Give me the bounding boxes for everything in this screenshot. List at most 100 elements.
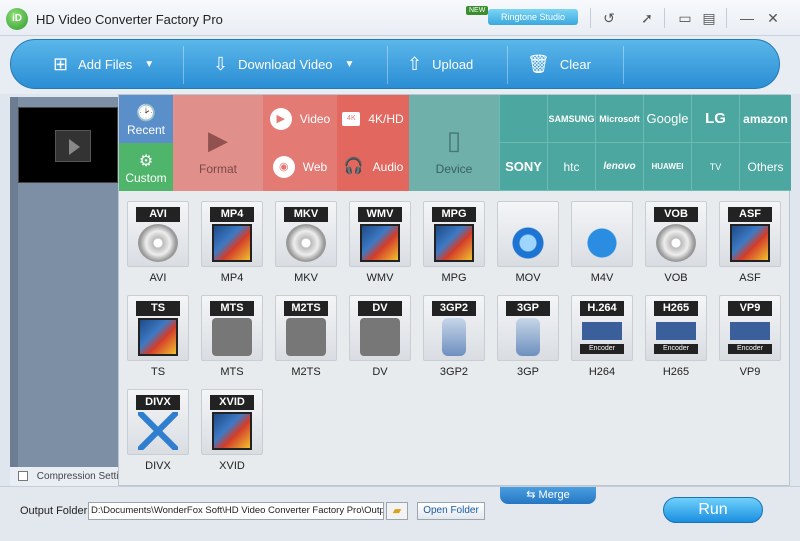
category-video[interactable]: ▶ Video — [263, 95, 337, 143]
format-tag: M2TS — [284, 301, 328, 316]
format-mpg-icon[interactable]: MPG — [423, 201, 485, 267]
brand-huawei[interactable]: HUAWEI — [643, 143, 691, 191]
format-item-mts[interactable]: MTS MTS — [199, 295, 265, 381]
brand-tv[interactable]: TV — [691, 143, 739, 191]
chevron-down-icon[interactable]: ▼ — [345, 59, 355, 70]
format-dv-icon[interactable]: DV — [349, 295, 411, 361]
format-item-asf[interactable]: ASF ASF — [717, 201, 783, 287]
format-tag: H265 — [654, 301, 698, 316]
add-file-icon: ⊞ — [53, 53, 69, 74]
format-label: WMV — [366, 272, 394, 284]
format-item-h265[interactable]: H265 Encoder H265 — [643, 295, 709, 381]
clear-button[interactable]: 🗑 Clear — [527, 40, 591, 88]
format-item-wmv[interactable]: WMV WMV — [347, 201, 413, 287]
merge-button[interactable]: ⇆ Merge — [500, 487, 596, 504]
format-mp4-icon[interactable]: MP4 — [201, 201, 263, 267]
brand-lg[interactable]: LG — [691, 95, 739, 143]
brand-lenovo[interactable]: lenovo — [595, 143, 643, 191]
open-folder-button[interactable]: Open Folder — [417, 502, 485, 520]
output-format-panel: 🕑 Recent ⚙ Custom ▶ Format ▶ Video 4K 4K… — [118, 94, 791, 486]
format-item-ts[interactable]: TS TS — [125, 295, 191, 381]
close-icon[interactable]: ✕ — [762, 8, 784, 28]
main-toolbar: ⊞ Add Files ▼ ⇩ Download Video ▼ ⇧ Uploa… — [10, 39, 780, 89]
format-item-vob[interactable]: VOB VOB — [643, 201, 709, 287]
format-tag: MPG — [432, 207, 476, 222]
category-format[interactable]: ▶ Format — [173, 95, 263, 191]
undo-icon[interactable]: ↺ — [598, 8, 620, 28]
format-item-m4v[interactable]: M4V — [569, 201, 635, 287]
format-divx-icon[interactable]: DIVX — [127, 389, 189, 455]
brand-microsoft[interactable]: Microsoft — [595, 95, 643, 143]
category-audio[interactable]: 🎧 Audio — [337, 143, 409, 191]
ringtone-studio-button[interactable]: Ringtone Studio — [488, 9, 578, 25]
format-item-xvid[interactable]: XVID XVID — [199, 389, 265, 475]
format-item-mkv[interactable]: MKV MKV — [273, 201, 339, 287]
format-h265-icon[interactable]: H265 Encoder — [645, 295, 707, 361]
encoder-label: Encoder — [654, 344, 698, 354]
format-m2ts-icon[interactable]: M2TS — [275, 295, 337, 361]
add-files-button[interactable]: ⊞ Add Files ▼ — [53, 40, 154, 88]
brand-htc[interactable]: htc — [547, 143, 595, 191]
chevron-down-icon[interactable]: ▼ — [144, 59, 154, 70]
format-item-vp9[interactable]: VP9 Encoder VP9 — [717, 295, 783, 381]
format-item-avi[interactable]: AVI AVI — [125, 201, 191, 287]
format-h264-icon[interactable]: H.264 Encoder — [571, 295, 633, 361]
format-vob-icon[interactable]: VOB — [645, 201, 707, 267]
download-video-button[interactable]: ⇩ Download Video ▼ — [213, 40, 354, 88]
format-mts-icon[interactable]: MTS — [201, 295, 263, 361]
format-vp9-icon[interactable]: VP9 Encoder — [719, 295, 781, 361]
format-asf-icon[interactable]: ASF — [719, 201, 781, 267]
format-item-3gp2[interactable]: 3GP2 3GP2 — [421, 295, 487, 381]
format-item-3gp[interactable]: 3GP 3GP — [495, 295, 561, 381]
menu-icon[interactable]: ▤ — [698, 8, 720, 28]
brand-samsung[interactable]: SAMSUNG — [547, 95, 595, 143]
brand-others[interactable]: Others — [739, 143, 791, 191]
format-item-m2ts[interactable]: M2TS M2TS — [273, 295, 339, 381]
category-custom[interactable]: ⚙ Custom — [119, 143, 173, 191]
category-web[interactable]: ◉ Web — [263, 143, 337, 191]
format-artwork — [360, 224, 400, 262]
format-item-mpg[interactable]: MPG MPG — [421, 201, 487, 287]
minimize-icon[interactable]: — — [736, 8, 758, 28]
format-label: MP4 — [220, 272, 244, 284]
format-ts-icon[interactable]: TS — [127, 295, 189, 361]
format-item-h264[interactable]: H.264 Encoder H264 — [569, 295, 635, 381]
category-recent[interactable]: 🕑 Recent — [119, 95, 173, 143]
feedback-icon[interactable]: ▭ — [674, 8, 696, 28]
toolbar-separator — [387, 46, 388, 84]
play-icon[interactable] — [55, 130, 91, 162]
format-item-dv[interactable]: DV DV — [347, 295, 413, 381]
output-folder-input[interactable]: D:\Documents\WonderFox Soft\HD Video Con… — [88, 502, 384, 520]
video-thumbnail[interactable] — [18, 107, 118, 183]
format-item-divx[interactable]: DIVX DIVX — [125, 389, 191, 475]
run-button[interactable]: Run — [663, 497, 763, 523]
file-list-panel — [10, 97, 118, 467]
compression-checkbox[interactable] — [18, 471, 28, 482]
browse-folder-icon[interactable]: ▰ — [386, 502, 408, 520]
format-label: MOV — [515, 272, 541, 284]
format-tag: DIVX — [136, 395, 180, 410]
brand-sony[interactable]: SONY — [499, 143, 547, 191]
category-4k-hd[interactable]: 4K 4K/HD — [337, 95, 409, 143]
format-mkv-icon[interactable]: MKV — [275, 201, 337, 267]
format-xvid-icon[interactable]: XVID — [201, 389, 263, 455]
format-tag: VOB — [654, 207, 698, 222]
format-3gp2-icon[interactable]: 3GP2 — [423, 295, 485, 361]
category-device[interactable]: ▯ Device — [409, 95, 499, 191]
gear-icon: ⚙ — [138, 153, 154, 170]
format-item-mov[interactable]: MOV — [495, 201, 561, 287]
upload-button[interactable]: ⇧ Upload — [407, 40, 473, 88]
format-wmv-icon[interactable]: WMV — [349, 201, 411, 267]
brand-google[interactable]: Google — [643, 95, 691, 143]
brand-amazon[interactable]: amazon — [739, 95, 791, 143]
format-avi-icon[interactable]: AVI — [127, 201, 189, 267]
brand-apple[interactable] — [499, 95, 547, 143]
format-artwork — [286, 224, 326, 262]
compression-settings[interactable]: Compression Setti — [10, 467, 118, 487]
format-mov-icon[interactable] — [497, 201, 559, 267]
format-item-mp4[interactable]: MP4 MP4 — [199, 201, 265, 287]
format-3gp-icon[interactable]: 3GP — [497, 295, 559, 361]
format-m4v-icon[interactable] — [571, 201, 633, 267]
format-label: MTS — [220, 366, 244, 378]
redo-icon[interactable]: ➚ — [636, 8, 658, 28]
